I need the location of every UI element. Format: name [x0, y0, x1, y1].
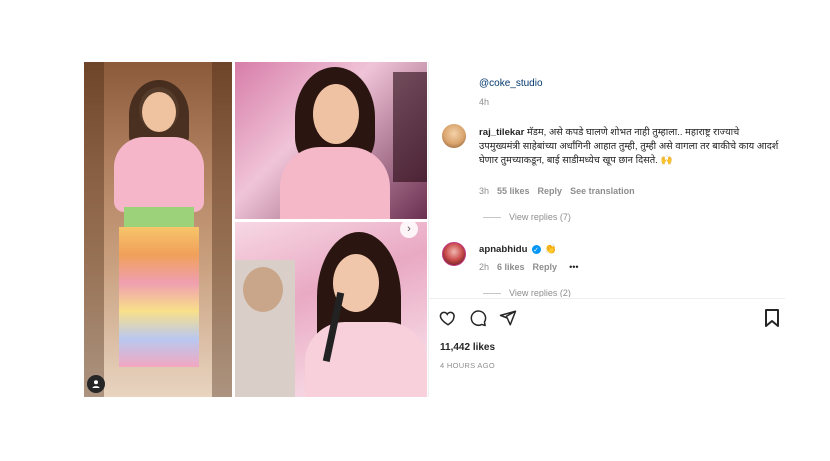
verified-badge-icon: ✓	[531, 245, 541, 254]
comment-likes[interactable]: 6 likes	[497, 262, 525, 272]
like-count[interactable]: 11,442 likes	[440, 342, 495, 353]
comment-timestamp[interactable]: 2h	[479, 262, 489, 272]
comment-username[interactable]: apnabhidu	[479, 244, 528, 255]
photo-microphone	[235, 222, 427, 397]
comment-meta: 2h 6 likes Reply •••	[479, 262, 579, 272]
instagram-post: › @coke_studio 4h raj_tilekar मॅडम, असे …	[84, 62, 785, 399]
comment-text: raj_tilekar मॅडम, असे कपडे घालणे शोभत ना…	[479, 126, 779, 168]
reply-button[interactable]: Reply	[533, 262, 558, 272]
comment-meta: 3h 55 likes Reply See translation	[479, 186, 635, 196]
comment-username[interactable]: raj_tilekar	[479, 127, 524, 138]
chevron-right-icon[interactable]: ›	[400, 220, 418, 238]
comments-list[interactable]: @coke_studio 4h raj_tilekar मॅडम, असे कप…	[429, 62, 785, 297]
divider-line	[483, 292, 501, 294]
view-replies-button[interactable]: View replies (7)	[483, 212, 571, 222]
comment-likes[interactable]: 55 likes	[497, 186, 530, 196]
comment-body: मॅडम, असे कपडे घालणे शोभत नाही तुम्हाला.…	[479, 127, 779, 166]
see-translation-link[interactable]: See translation	[570, 186, 635, 196]
divider-line	[483, 216, 501, 218]
avatar[interactable]	[442, 124, 466, 148]
bookmark-icon[interactable]	[765, 309, 779, 332]
reply-button[interactable]: Reply	[538, 186, 563, 196]
comment-icon[interactable]	[469, 309, 487, 332]
photo-event-smiling	[235, 62, 427, 219]
post-sidebar: @coke_studio 4h raj_tilekar मॅडम, असे कप…	[428, 62, 785, 399]
mention-link[interactable]: @coke_studio	[479, 78, 543, 89]
comment-timestamp[interactable]: 4h	[479, 97, 489, 107]
comment-timestamp[interactable]: 3h	[479, 186, 489, 196]
photo-full-length	[84, 62, 232, 397]
user-tag-icon[interactable]	[87, 375, 105, 393]
comment-text: apnabhidu ✓ 👏	[479, 244, 556, 255]
heart-icon[interactable]	[439, 309, 457, 332]
post-timestamp: 4 HOURS AGO	[440, 361, 495, 370]
view-replies-label: View replies (2)	[509, 288, 571, 297]
post-actions: 11,442 likes 4 HOURS AGO	[429, 298, 785, 399]
more-options-icon[interactable]: •••	[569, 262, 578, 272]
comment-body: 👏	[544, 244, 557, 255]
avatar[interactable]	[442, 242, 466, 266]
share-icon[interactable]	[499, 309, 517, 332]
view-replies-label: View replies (7)	[509, 212, 571, 222]
post-media-collage[interactable]: ›	[84, 62, 427, 397]
view-replies-button[interactable]: View replies (2)	[483, 288, 571, 297]
